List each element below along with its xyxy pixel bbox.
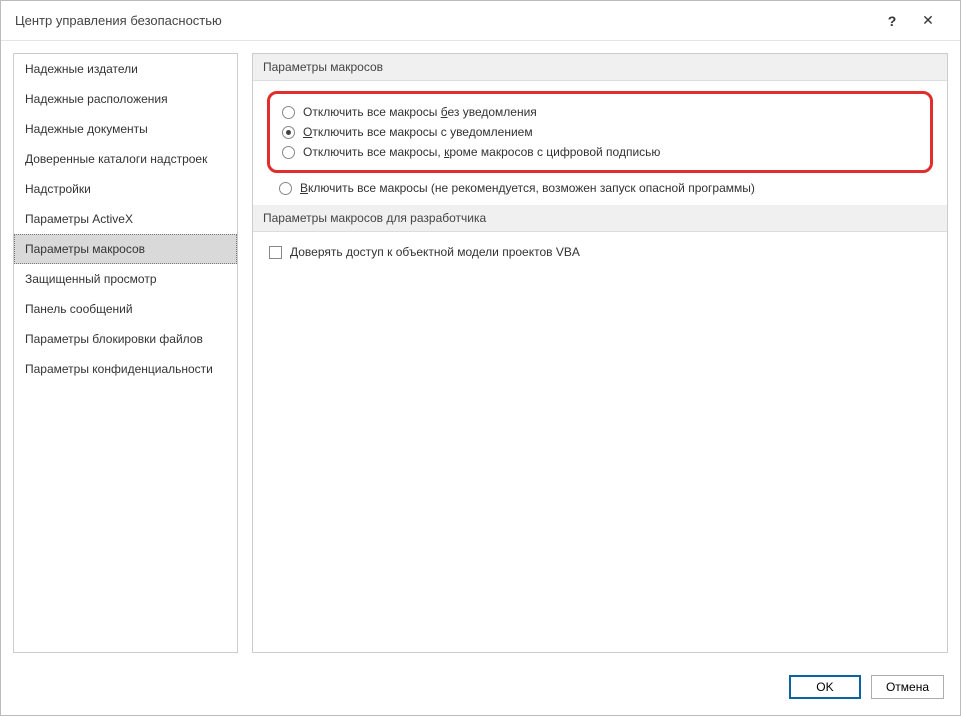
checkbox-icon <box>269 246 282 259</box>
radio-label: Отключить все макросы, кроме макросов с … <box>303 145 660 159</box>
radio-icon <box>279 182 292 195</box>
checkbox-label: Доверять доступ к объектной модели проек… <box>290 245 580 259</box>
sidebar-item-trusted-documents[interactable]: Надежные документы <box>14 114 237 144</box>
titlebar: Центр управления безопасностью ? ✕ <box>1 1 960 41</box>
sidebar-item-label: Панель сообщений <box>25 302 133 316</box>
checkbox-trust-vba[interactable]: Доверять доступ к объектной модели проек… <box>269 242 931 262</box>
close-button[interactable]: ✕ <box>910 6 946 36</box>
sidebar-item-trusted-locations[interactable]: Надежные расположения <box>14 84 237 114</box>
sidebar-item-privacy[interactable]: Параметры конфиденциальности <box>14 354 237 384</box>
radio-icon <box>282 126 295 139</box>
radio-icon <box>282 106 295 119</box>
radio-label: Отключить все макросы без уведомления <box>303 105 537 119</box>
highlighted-options-box: Отключить все макросы без уведомления От… <box>267 91 933 173</box>
sidebar-item-trusted-addins-catalogs[interactable]: Доверенные каталоги надстроек <box>14 144 237 174</box>
sidebar-item-label: Надежные документы <box>25 122 148 136</box>
sidebar-item-file-block[interactable]: Параметры блокировки файлов <box>14 324 237 354</box>
section-header-developer: Параметры макросов для разработчика <box>253 205 947 232</box>
sidebar-item-label: Надежные расположения <box>25 92 168 106</box>
radio-enable-all[interactable]: Включить все макросы (не рекомендуется, … <box>253 179 947 205</box>
dialog-body: Надежные издатели Надежные расположения … <box>1 41 960 665</box>
sidebar-item-macro-settings[interactable]: Параметры макросов <box>14 234 237 264</box>
sidebar-item-activex[interactable]: Параметры ActiveX <box>14 204 237 234</box>
help-button[interactable]: ? <box>874 6 910 36</box>
trust-center-dialog: Центр управления безопасностью ? ✕ Надеж… <box>0 0 961 716</box>
radio-label: Включить все макросы (не рекомендуется, … <box>300 181 755 195</box>
window-title: Центр управления безопасностью <box>15 13 874 28</box>
sidebar: Надежные издатели Надежные расположения … <box>13 53 238 653</box>
sidebar-item-addins[interactable]: Надстройки <box>14 174 237 204</box>
ok-button[interactable]: OK <box>789 675 861 699</box>
radio-disable-with-notification[interactable]: Отключить все макросы с уведомлением <box>282 122 918 142</box>
dialog-footer: OK Отмена <box>1 665 960 715</box>
radio-label: Отключить все макросы с уведомлением <box>303 125 533 139</box>
radio-disable-except-signed[interactable]: Отключить все макросы, кроме макросов с … <box>282 142 918 162</box>
sidebar-item-label: Доверенные каталоги надстроек <box>25 152 207 166</box>
sidebar-item-label: Защищенный просмотр <box>25 272 157 286</box>
sidebar-item-label: Параметры ActiveX <box>25 212 133 226</box>
sidebar-item-message-bar[interactable]: Панель сообщений <box>14 294 237 324</box>
sidebar-item-label: Надежные издатели <box>25 62 138 76</box>
sidebar-item-label: Параметры макросов <box>25 242 145 256</box>
radio-icon <box>282 146 295 159</box>
sidebar-item-label: Параметры конфиденциальности <box>25 362 213 376</box>
sidebar-item-label: Параметры блокировки файлов <box>25 332 203 346</box>
section-header-macros: Параметры макросов <box>253 54 947 81</box>
radio-disable-no-notification[interactable]: Отключить все макросы без уведомления <box>282 102 918 122</box>
sidebar-item-trusted-publishers[interactable]: Надежные издатели <box>14 54 237 84</box>
content-panel: Параметры макросов Отключить все макросы… <box>252 53 948 653</box>
sidebar-item-label: Надстройки <box>25 182 91 196</box>
cancel-button[interactable]: Отмена <box>871 675 944 699</box>
sidebar-item-protected-view[interactable]: Защищенный просмотр <box>14 264 237 294</box>
